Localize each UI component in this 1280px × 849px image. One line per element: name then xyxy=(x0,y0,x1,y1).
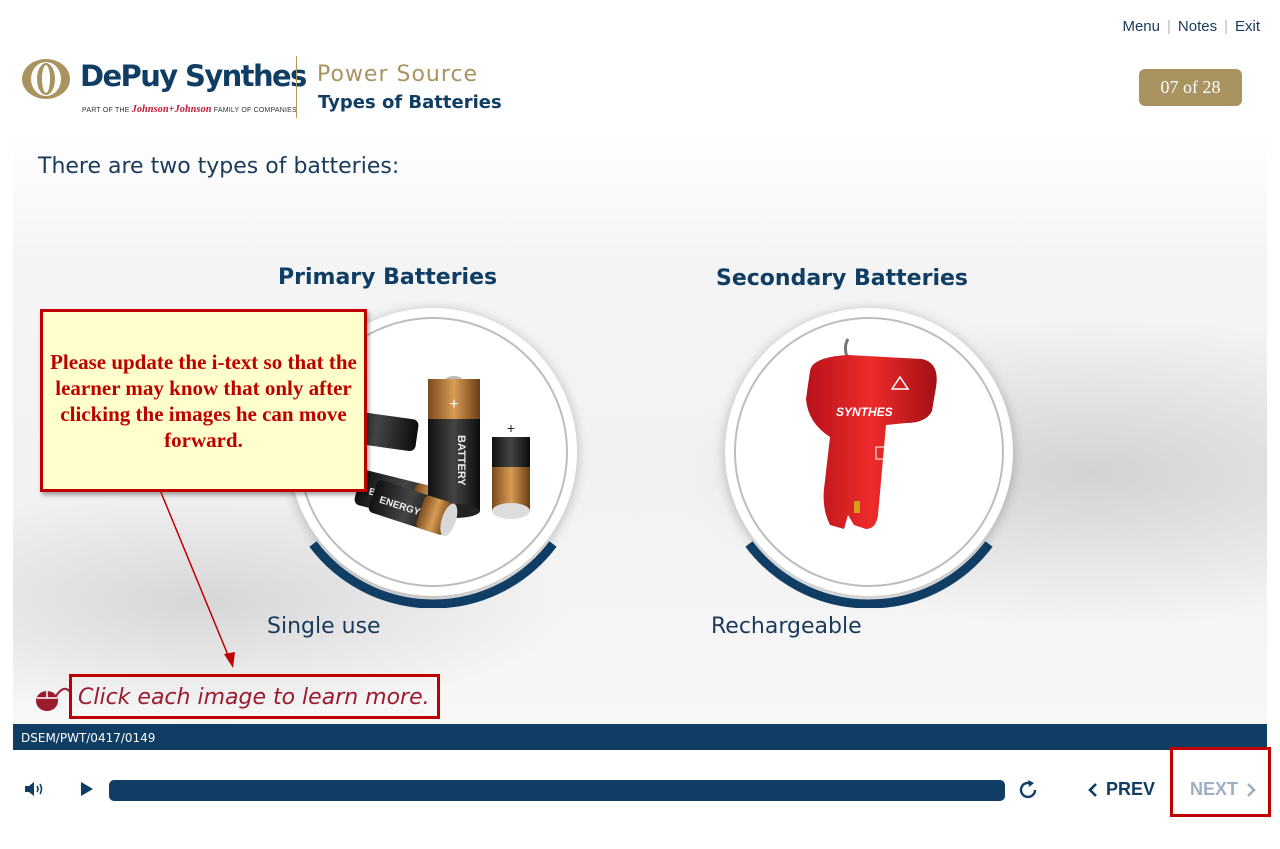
document-code: DSEM/PWT/0417/0149 xyxy=(21,731,156,745)
review-comment-note: Please update the i-text so that the lea… xyxy=(40,309,367,492)
johnson-johnson-logo: Johnson+Johnson xyxy=(131,104,212,115)
next-highlight-box xyxy=(1170,747,1271,817)
prev-button[interactable]: PREV xyxy=(1088,779,1155,800)
top-nav: Menu | Notes | Exit xyxy=(1122,18,1260,35)
menu-link[interactable]: Menu xyxy=(1122,18,1160,35)
hint-text: Click each image to learn more. xyxy=(78,685,430,710)
nav-separator: | xyxy=(1166,18,1171,35)
course-title: Power Source xyxy=(317,62,479,87)
brand-name: DePuy Synthes xyxy=(80,59,307,93)
secondary-batteries-image-button[interactable]: SYNTHES xyxy=(725,308,1013,608)
prev-label: PREV xyxy=(1106,779,1156,799)
logo-mark-icon xyxy=(22,59,70,99)
nav-separator: | xyxy=(1224,18,1228,35)
secondary-accent-arc xyxy=(745,541,993,608)
primary-batteries-title: Primary Batteries xyxy=(278,265,498,290)
header-divider xyxy=(296,56,297,118)
tagline-prefix: PART OF THE xyxy=(82,107,130,114)
volume-icon[interactable] xyxy=(24,780,44,798)
exit-link[interactable]: Exit xyxy=(1235,18,1260,35)
mouse-click-icon xyxy=(36,687,71,711)
notes-link[interactable]: Notes xyxy=(1178,18,1217,35)
secondary-batteries-title: Secondary Batteries xyxy=(716,266,969,291)
play-icon[interactable] xyxy=(80,781,94,797)
playback-progress-bar[interactable] xyxy=(109,780,1005,801)
chevron-left-icon xyxy=(1088,782,1097,797)
page-counter-badge: 07 of 28 xyxy=(1139,69,1242,106)
secondary-caption: Rechargeable xyxy=(711,614,862,639)
tagline-suffix: FAMILY OF COMPANIES xyxy=(213,107,297,114)
course-subtitle: Types of Batteries xyxy=(318,92,502,113)
primary-caption: Single use xyxy=(267,614,381,639)
review-comment-text: Please update the i-text so that the lea… xyxy=(50,349,357,452)
depuy-synthes-logo: DePuy Synthes PART OF THE Johnson+Johnso… xyxy=(20,57,307,119)
brand-tagline: PART OF THE Johnson+Johnson FAMILY OF CO… xyxy=(82,104,297,115)
intro-text: There are two types of batteries: xyxy=(38,154,400,179)
footer-code-bar: DSEM/PWT/0417/0149 xyxy=(13,724,1267,750)
replay-icon[interactable] xyxy=(1017,779,1039,801)
